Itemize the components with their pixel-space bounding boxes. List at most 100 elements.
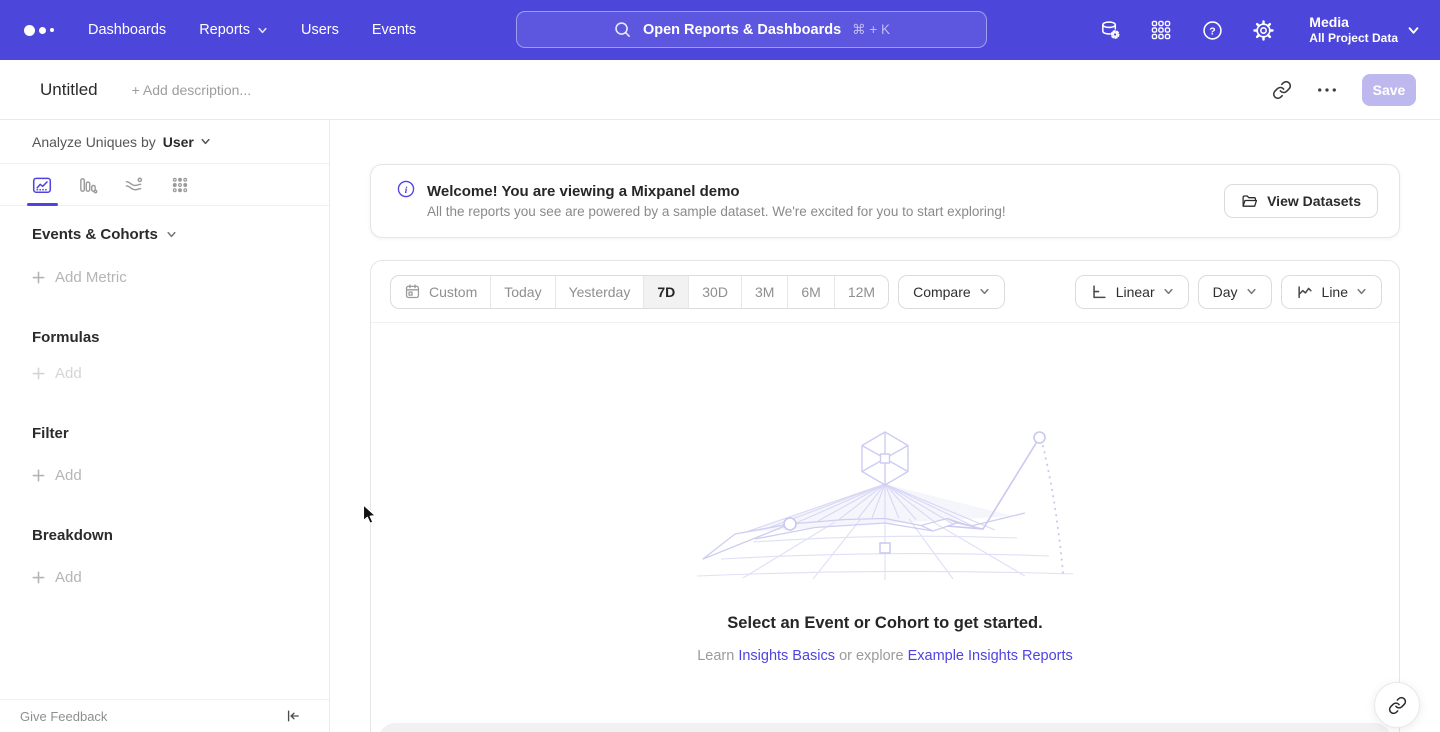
analyze-by-dropdown[interactable]: User: [163, 134, 211, 150]
nav-reports-label: Reports: [199, 22, 250, 38]
linear-axis-icon: [1090, 283, 1108, 301]
insights-report-card: Custom Today Yesterday 7D 30D 3M 6M 12M …: [370, 260, 1400, 732]
add-formula-label: Add: [55, 365, 82, 382]
date-range-today[interactable]: Today: [491, 276, 555, 308]
logo-dot-large: [24, 25, 35, 36]
plus-icon: [32, 469, 45, 482]
svg-text:i: i: [405, 184, 408, 195]
chart-type-selector-button[interactable]: Line: [1281, 275, 1382, 309]
apps-grid-icon[interactable]: [1149, 18, 1173, 42]
link-icon: [1388, 696, 1407, 715]
mixpanel-insights-app: Dashboards Reports Users Events Open Rep…: [0, 0, 1440, 732]
project-selector[interactable]: Media All Project Data: [1309, 14, 1420, 47]
filter-header: Filter: [32, 425, 329, 442]
add-breakdown-button[interactable]: Add: [32, 569, 329, 586]
tab-insights-line[interactable]: [32, 175, 52, 195]
nav-users[interactable]: Users: [301, 22, 339, 38]
date-range-6m[interactable]: 6M: [788, 276, 834, 308]
search-icon: [613, 20, 632, 39]
view-datasets-label: View Datasets: [1267, 193, 1361, 209]
plus-icon: [32, 367, 45, 380]
breakdown-header: Breakdown: [32, 527, 329, 544]
page-body: Analyze Uniques by User: [0, 120, 1440, 732]
plus-icon: [32, 571, 45, 584]
insights-basics-link[interactable]: Insights Basics: [738, 648, 835, 664]
copy-link-icon[interactable]: [1272, 80, 1292, 100]
add-metric-button[interactable]: Add Metric: [32, 269, 329, 286]
welcome-banner-title: Welcome! You are viewing a Mixpanel demo: [427, 183, 1006, 200]
interval-label: Day: [1213, 284, 1238, 300]
empty-state-title: Select an Event or Cohort to get started…: [371, 614, 1399, 633]
welcome-banner-text: Welcome! You are viewing a Mixpanel demo…: [427, 183, 1006, 219]
date-range-12m[interactable]: 12M: [835, 276, 888, 308]
tab-retention-grid[interactable]: [170, 175, 190, 195]
view-datasets-button[interactable]: View Datasets: [1224, 184, 1378, 218]
date-range-custom[interactable]: Custom: [391, 276, 491, 308]
chevron-down-icon: [257, 25, 268, 36]
nav-events[interactable]: Events: [372, 22, 416, 38]
formulas-label: Formulas: [32, 329, 100, 346]
more-options-icon[interactable]: [1317, 87, 1337, 93]
logo-dot-small: [50, 28, 54, 32]
folder-icon: [1241, 193, 1258, 210]
chart-controls-row: Custom Today Yesterday 7D 30D 3M 6M 12M …: [371, 261, 1399, 323]
interval-selector-button[interactable]: Day: [1198, 275, 1272, 309]
events-cohorts-label: Events & Cohorts: [32, 226, 158, 243]
add-breakdown-label: Add: [55, 569, 82, 586]
filter-label: Filter: [32, 425, 69, 442]
plus-icon: [32, 271, 45, 284]
compare-button[interactable]: Compare: [898, 275, 1005, 309]
search-placeholder: Open Reports & Dashboards: [643, 22, 841, 38]
visualization-tabs: [0, 164, 329, 206]
chart-type-label: Line: [1322, 284, 1348, 300]
nav-reports[interactable]: Reports: [199, 22, 268, 38]
welcome-banner: i Welcome! You are viewing a Mixpanel de…: [370, 164, 1400, 238]
top-nav-right: ? Media All Project: [1098, 14, 1420, 47]
welcome-banner-subtitle: All the reports you see are powered by a…: [427, 204, 1006, 219]
share-link-fab[interactable]: [1374, 682, 1420, 728]
scale-selector-button[interactable]: Linear: [1075, 275, 1189, 309]
give-feedback-link[interactable]: Give Feedback: [20, 709, 107, 724]
top-nav-bar: Dashboards Reports Users Events Open Rep…: [0, 0, 1440, 60]
data-management-icon[interactable]: [1098, 18, 1122, 42]
or-explore-text: or explore: [839, 648, 903, 664]
tab-flow-sankey[interactable]: [124, 175, 144, 195]
chevron-down-icon: [200, 136, 211, 147]
report-main-area: i Welcome! You are viewing a Mixpanel de…: [330, 120, 1440, 732]
global-search-bar[interactable]: Open Reports & Dashboards ⌘ + K: [516, 11, 987, 48]
add-filter-button[interactable]: Add: [32, 467, 329, 484]
chevron-down-icon: [1163, 286, 1174, 297]
date-range-custom-label: Custom: [429, 284, 477, 300]
calendar-icon: [404, 283, 421, 300]
report-title[interactable]: Untitled: [40, 80, 98, 100]
mixpanel-logo[interactable]: [24, 25, 54, 36]
compare-label: Compare: [913, 284, 971, 300]
project-name: Media: [1309, 14, 1398, 32]
date-range-3m[interactable]: 3M: [742, 276, 788, 308]
save-button[interactable]: Save: [1362, 74, 1416, 106]
date-range-7d[interactable]: 7D: [644, 276, 689, 308]
date-range-yesterday[interactable]: Yesterday: [556, 276, 645, 308]
line-chart-icon: [1296, 283, 1314, 301]
report-header-actions: Save: [1272, 74, 1416, 106]
add-formula-button[interactable]: Add: [32, 365, 329, 382]
search-shortcut-hint: ⌘ + K: [852, 22, 890, 38]
date-range-30d[interactable]: 30D: [689, 276, 742, 308]
analyze-by-value: User: [163, 134, 194, 150]
logo-dot-medium: [39, 27, 46, 34]
info-icon: i: [397, 180, 415, 203]
example-insights-reports-link[interactable]: Example Insights Reports: [908, 648, 1073, 664]
help-icon[interactable]: ?: [1200, 18, 1224, 42]
svg-text:?: ?: [1209, 25, 1215, 37]
settings-gear-icon[interactable]: [1251, 18, 1275, 42]
tab-bar-chart[interactable]: [78, 175, 98, 195]
chevron-down-icon: [1407, 24, 1420, 37]
add-description-field[interactable]: + Add description...: [132, 82, 251, 98]
events-cohorts-header[interactable]: Events & Cohorts: [32, 226, 329, 243]
empty-state-links: Learn Insights Basics or explore Example…: [371, 648, 1399, 664]
project-selector-text: Media All Project Data: [1309, 14, 1398, 47]
chevron-down-icon: [1246, 286, 1257, 297]
date-range-control: Custom Today Yesterday 7D 30D 3M 6M 12M: [390, 275, 889, 309]
nav-dashboards[interactable]: Dashboards: [88, 22, 166, 38]
collapse-sidebar-icon[interactable]: [285, 708, 301, 724]
